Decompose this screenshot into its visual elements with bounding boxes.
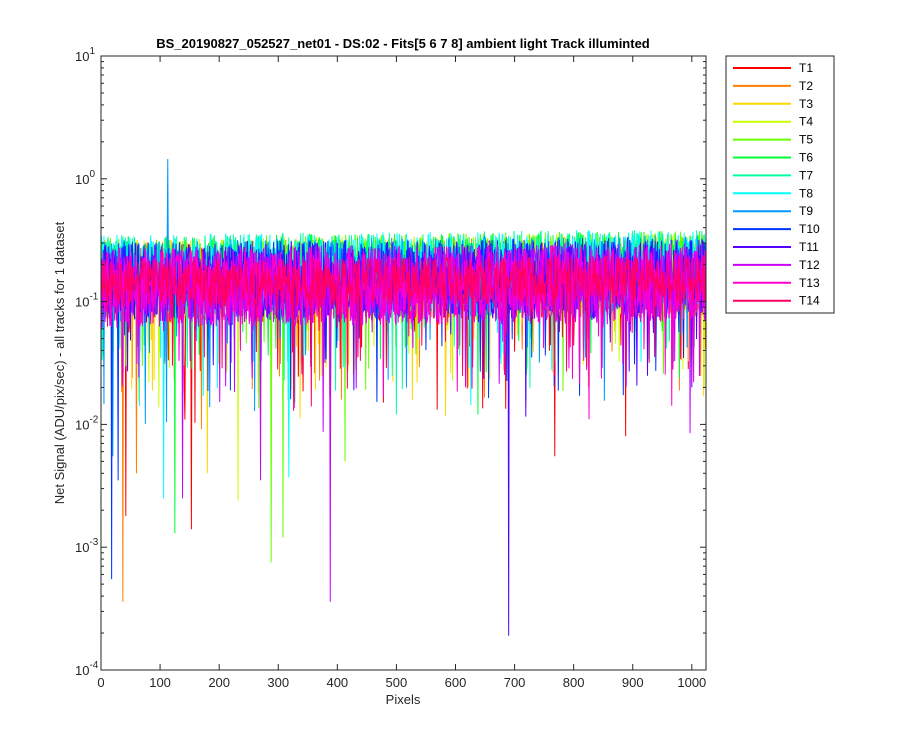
legend-label: T1 (799, 61, 813, 75)
x-tick-label: 800 (563, 675, 585, 690)
legend-label: T10 (799, 222, 820, 236)
y-tick-base: 10 (75, 663, 89, 678)
legend: T1 T2 T3 T4 T5 T6 T7 T8 T9 T10 T11 T12 T13 T14 (725, 55, 835, 314)
y-tick-label: 10-4 (75, 660, 99, 678)
legend-label: T8 (799, 186, 813, 200)
x-tick-label: 300 (267, 675, 289, 690)
legend-label: T13 (799, 276, 820, 290)
legend-label: T7 (799, 168, 813, 182)
x-axis-label: Pixels (386, 692, 421, 707)
x-tick-label: 600 (445, 675, 467, 690)
legend-label: T2 (799, 79, 813, 93)
legend-label: T12 (799, 258, 820, 272)
y-tick-base: 10 (75, 172, 89, 187)
legend-label: T5 (799, 133, 813, 147)
chart-figure: 0 100 200 300 400 500 600 700 800 900 1000 10-410-… (52, 36, 835, 707)
y-tick-base: 10 (75, 49, 89, 64)
legend-label: T14 (799, 294, 820, 308)
x-tick-label: 900 (622, 675, 644, 690)
y-tick-exponent: 1 (89, 46, 95, 57)
x-tick-label: 500 (386, 675, 408, 690)
chart-title: BS_20190827_052527_net01 - DS:02 - Fits[… (156, 36, 650, 51)
y-axis-label: Net Signal (ADU/pix/sec) - all tracks fo… (52, 221, 67, 504)
legend-label: T4 (799, 115, 813, 129)
y-tick-exponent: 0 (89, 169, 95, 180)
y-tick-exponent: -4 (89, 660, 98, 671)
x-tick-label: 0 (97, 675, 104, 690)
y-tick-base: 10 (75, 417, 89, 432)
x-tick-label: 200 (208, 675, 230, 690)
x-tick-label: 100 (149, 675, 171, 690)
y-tick-label: 101 (75, 46, 95, 64)
y-tick-label: 10-3 (75, 537, 99, 555)
legend-label: T6 (799, 151, 813, 165)
x-tick-label: 700 (504, 675, 526, 690)
x-tick-label: 1000 (677, 675, 706, 690)
y-tick-exponent: -3 (89, 537, 98, 548)
legend-box (725, 55, 835, 314)
y-tick-label: 100 (75, 169, 95, 187)
y-tick-label: 10-1 (75, 292, 99, 310)
legend-label: T11 (799, 240, 819, 254)
y-tick-base: 10 (75, 295, 89, 310)
y-tick-exponent: -2 (89, 414, 98, 425)
y-tick-exponent: -1 (89, 292, 98, 303)
legend-label: T9 (799, 204, 813, 218)
y-tick-label: 10-2 (75, 414, 99, 432)
y-tick-base: 10 (75, 540, 89, 555)
x-tick-label: 400 (326, 675, 348, 690)
legend-label: T3 (799, 97, 813, 111)
